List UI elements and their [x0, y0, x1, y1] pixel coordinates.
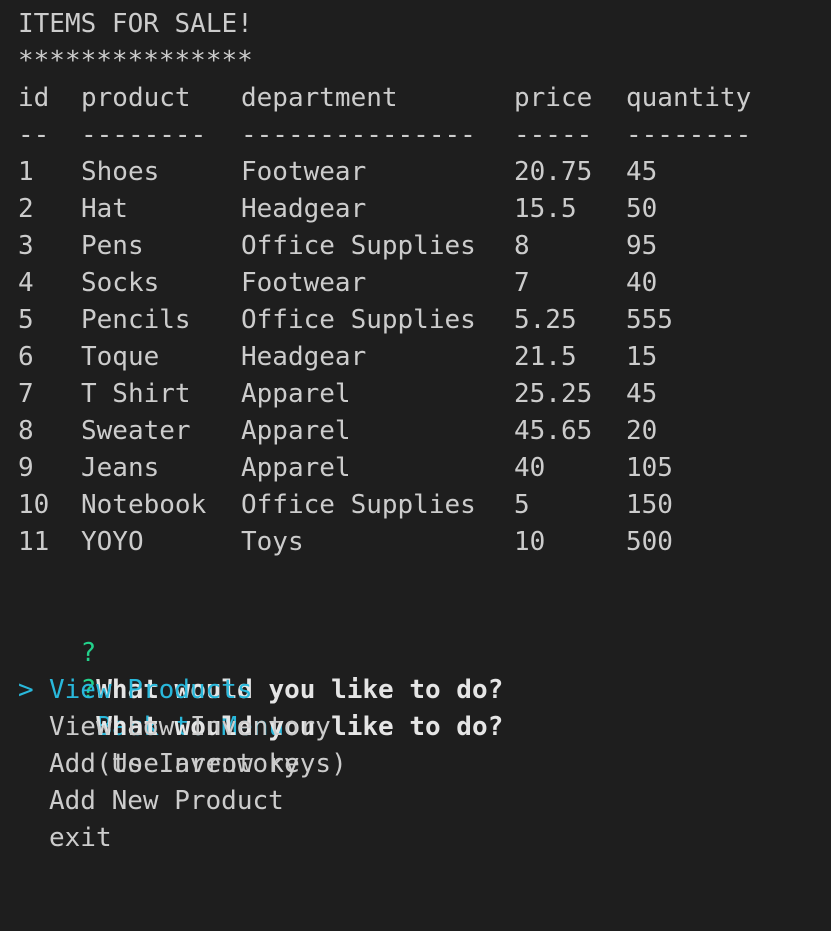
cell-quantity: 105	[626, 453, 673, 483]
menu-item-exit[interactable]: exit	[18, 820, 818, 857]
cell-quantity: 95	[626, 231, 658, 261]
menu-item-label: View Low Inventory	[49, 712, 331, 742]
cell-quantity: 15	[626, 342, 658, 372]
cell-id: 5	[18, 305, 34, 335]
cell-department: Office Supplies	[241, 231, 476, 261]
menu-list: > View Products View Low Inventory Add t…	[18, 672, 818, 857]
menu-item-add-to-inventory[interactable]: Add to Inventory	[18, 746, 818, 783]
cell-department: Office Supplies	[241, 305, 476, 335]
cell-price: 10	[514, 527, 546, 557]
table-row: 4 Socks Footwear 7 40	[18, 265, 818, 302]
cell-product: Socks	[81, 268, 160, 298]
cell-quantity: 45	[626, 157, 658, 187]
cell-id: 8	[18, 416, 34, 446]
menu-item-label: Add to Inventory	[49, 749, 300, 779]
cell-department: Headgear	[241, 342, 367, 372]
cell-price: 40	[514, 453, 546, 483]
header-quantity: quantity	[626, 83, 752, 113]
header-product: product	[81, 83, 191, 113]
table-header: id product department price quantity	[18, 80, 818, 117]
cell-price: 7	[514, 268, 530, 298]
header-price: price	[514, 83, 593, 113]
cell-department: Headgear	[241, 194, 367, 224]
banner-stars: ***************	[18, 46, 253, 76]
cell-price: 45.65	[514, 416, 593, 446]
cell-quantity: 555	[626, 305, 673, 335]
prompt-active: ? What would you like to do? (Use arrow …	[18, 635, 818, 779]
table-separator: -- -------- --------------- ----- ------…	[18, 117, 818, 154]
cell-price: 21.5	[514, 342, 577, 372]
separator-department: ---------------	[241, 120, 476, 150]
cell-department: Footwear	[241, 268, 367, 298]
cell-price: 25.25	[514, 379, 593, 409]
cell-id: 2	[18, 194, 34, 224]
cell-id: 11	[18, 527, 50, 557]
cell-price: 5.25	[514, 305, 577, 335]
cell-id: 3	[18, 231, 34, 261]
table-row: 11 YOYO Toys 10 500	[18, 524, 818, 561]
cell-product: YOYO	[81, 527, 144, 557]
cell-product: Jeans	[81, 453, 160, 483]
cell-department: Apparel	[241, 379, 351, 409]
menu-item-add-new-product[interactable]: Add New Product	[18, 783, 818, 820]
table-row: 7 T Shirt Apparel 25.25 45	[18, 376, 818, 413]
separator-product: --------	[81, 120, 207, 150]
cell-price: 8	[514, 231, 530, 261]
cell-id: 9	[18, 453, 34, 483]
pointer-icon: >	[18, 675, 34, 705]
menu-item-view-products[interactable]: > View Products	[18, 672, 818, 709]
cell-id: 1	[18, 157, 34, 187]
table-row: 5 Pencils Office Supplies 5.25 555	[18, 302, 818, 339]
cell-id: 7	[18, 379, 34, 409]
separator-price: -----	[514, 120, 593, 150]
cell-id: 10	[18, 490, 50, 520]
menu-item-label: exit	[49, 823, 112, 853]
cell-product: T Shirt	[81, 379, 191, 409]
table-row: 8 Sweater Apparel 45.65 20	[18, 413, 818, 450]
cell-department: Office Supplies	[241, 490, 476, 520]
header-department: department	[241, 83, 398, 113]
banner-title: ITEMS FOR SALE!	[18, 9, 253, 39]
cell-product: Toque	[81, 342, 160, 372]
table-row: 10 Notebook Office Supplies 5 150	[18, 487, 818, 524]
menu-item-label: Add New Product	[49, 786, 284, 816]
table-row: 6 Toque Headgear 21.5 15	[18, 339, 818, 376]
cell-price: 5	[514, 490, 530, 520]
cell-quantity: 40	[626, 268, 658, 298]
cell-department: Apparel	[241, 416, 351, 446]
cell-id: 6	[18, 342, 34, 372]
menu-item-view-low-inventory[interactable]: View Low Inventory	[18, 709, 818, 746]
terminal[interactable]: ITEMS FOR SALE! *************** id produ…	[18, 6, 818, 857]
cell-product: Hat	[81, 194, 128, 224]
header-id: id	[18, 83, 50, 113]
separator-quantity: --------	[626, 120, 752, 150]
cell-price: 15.5	[514, 194, 577, 224]
cell-quantity: 20	[626, 416, 658, 446]
table-row: 3 Pens Office Supplies 8 95	[18, 228, 818, 265]
separator-id: --	[18, 120, 50, 150]
table-row: 1 Shoes Footwear 20.75 45	[18, 154, 818, 191]
table-row: 9 Jeans Apparel 40 105	[18, 450, 818, 487]
cell-quantity: 45	[626, 379, 658, 409]
cell-product: Pens	[81, 231, 144, 261]
prompt-answered: ? What would you like to do? Back to Men…	[18, 598, 818, 742]
cell-product: Sweater	[81, 416, 191, 446]
cell-product: Pencils	[81, 305, 191, 335]
table-body: 1 Shoes Footwear 20.75 45 2 Hat Headgear…	[18, 154, 818, 561]
cell-id: 4	[18, 268, 34, 298]
cell-department: Apparel	[241, 453, 351, 483]
cell-quantity: 150	[626, 490, 673, 520]
cell-product: Notebook	[81, 490, 207, 520]
cell-department: Toys	[241, 527, 304, 557]
cell-quantity: 50	[626, 194, 658, 224]
cell-department: Footwear	[241, 157, 367, 187]
cell-product: Shoes	[81, 157, 160, 187]
cell-quantity: 500	[626, 527, 673, 557]
table-row: 2 Hat Headgear 15.5 50	[18, 191, 818, 228]
cell-price: 20.75	[514, 157, 593, 187]
menu-item-label: View Products	[49, 675, 253, 705]
